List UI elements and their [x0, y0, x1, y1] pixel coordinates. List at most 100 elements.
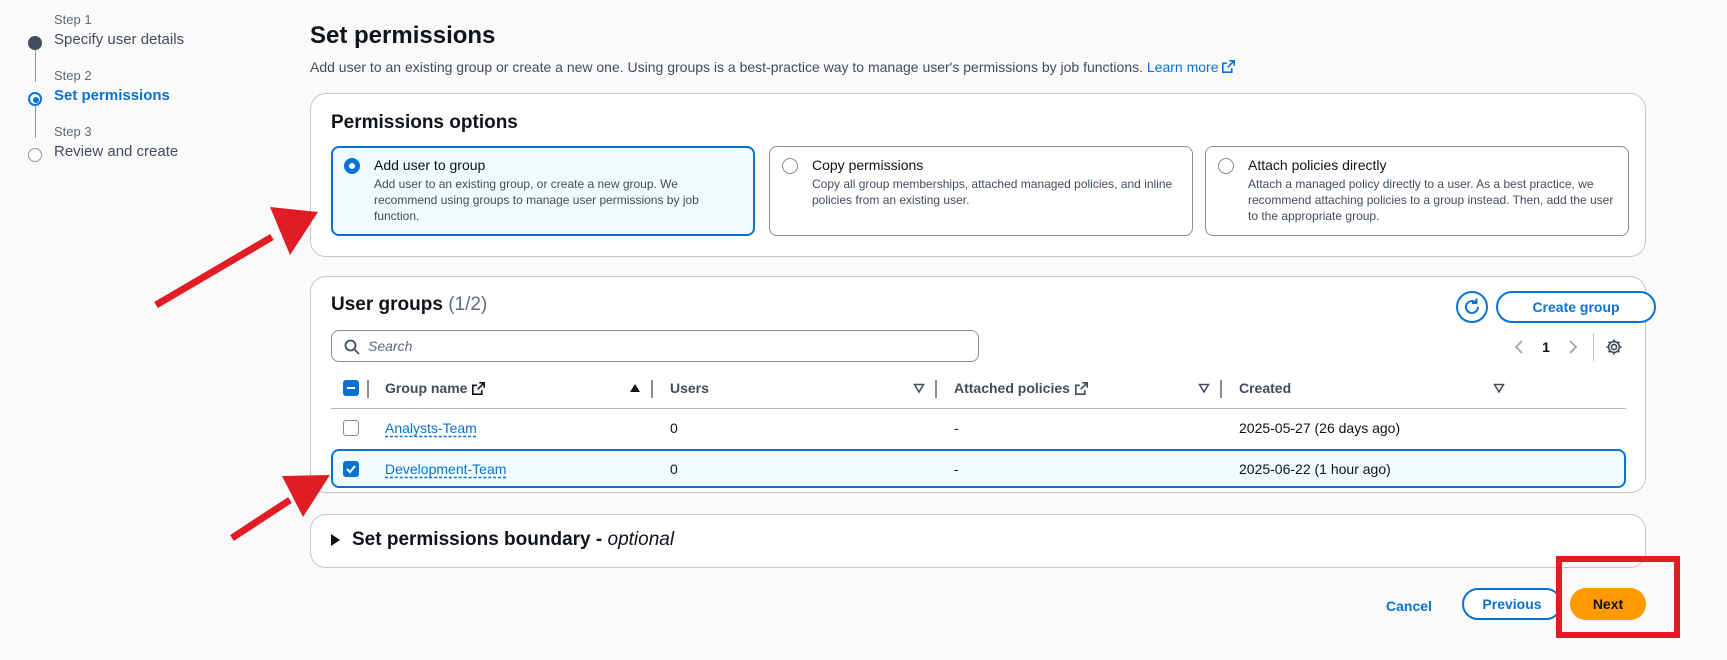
page-title: Set permissions — [310, 22, 496, 49]
table-settings-button[interactable] — [1602, 335, 1626, 359]
boundary-title: Set permissions boundary — [352, 529, 591, 550]
wizard-stepper: Step 1 Specify user details Step 2 Set p… — [28, 12, 288, 180]
select-all-checkbox[interactable] — [343, 367, 359, 409]
step-number: Step 2 — [54, 68, 92, 83]
step-title: Set permissions — [54, 87, 170, 104]
checkbox-indeterminate[interactable] — [343, 380, 359, 396]
row-checkbox-cell — [343, 410, 359, 445]
step-pending-icon — [28, 148, 42, 162]
selection-count: (1/2) — [448, 294, 488, 315]
boundary-expander[interactable]: Set permissions boundary - optional — [331, 529, 674, 551]
sort-icon[interactable] — [1493, 382, 1505, 394]
column-users[interactable]: Users — [670, 367, 709, 409]
refresh-button[interactable] — [1456, 291, 1488, 323]
next-page-button[interactable] — [1561, 335, 1585, 359]
step-3: Step 3 Review and create — [28, 124, 288, 180]
step-title: Specify user details — [54, 31, 185, 48]
checkmark-icon — [346, 464, 356, 473]
users-cell: 0 — [670, 460, 678, 477]
table-header: Group name Users Attached policies Creat… — [331, 367, 1626, 409]
optional-label: optional — [607, 529, 675, 550]
option-title: Attach policies directly — [1248, 157, 1387, 173]
learn-more-label: Learn more — [1146, 59, 1219, 75]
column-divider — [367, 380, 369, 398]
user-groups-panel: User groups (1/2) Create group 1 Group n… — [310, 276, 1656, 493]
learn-more-link[interactable]: Learn more — [1147, 59, 1236, 75]
chevron-left-icon — [1514, 340, 1523, 354]
column-attached-policies[interactable]: Attached policies — [954, 367, 1088, 409]
table-row[interactable]: Analysts-Team 0 - 2025-05-27 (26 days ag… — [331, 410, 1626, 449]
external-link-icon — [1074, 381, 1088, 395]
step-current-icon — [28, 92, 42, 106]
policies-cell: - — [954, 460, 959, 477]
step-number: Step 3 — [54, 124, 92, 139]
cancel-button[interactable]: Cancel — [1376, 592, 1442, 620]
step-title: Review and create — [54, 143, 179, 160]
row-checkbox[interactable] — [343, 419, 359, 436]
annotation-highlight-box — [1556, 556, 1680, 638]
option-description: Copy all group memberships, attached man… — [812, 177, 1173, 207]
annotation-arrow-options — [154, 207, 318, 309]
column-label: Users — [670, 380, 709, 396]
panel-title: Permissions options — [331, 112, 518, 133]
create-group-button[interactable]: Create group — [1496, 291, 1656, 323]
previous-page-button[interactable] — [1507, 335, 1531, 359]
option-add-user-to-group[interactable]: Add user to group Add user to an existin… — [331, 146, 755, 236]
table-row-selected[interactable]: Development-Team 0 - 2025-06-22 (1 hour … — [331, 449, 1626, 488]
option-copy-permissions[interactable]: Copy permissions Copy all group membersh… — [769, 146, 1193, 236]
row-checkbox-cell — [343, 451, 359, 486]
search-input[interactable] — [368, 336, 968, 356]
step-2: Step 2 Set permissions — [28, 68, 288, 124]
minus-icon — [347, 387, 355, 389]
chevron-right-icon — [1569, 340, 1578, 354]
radio-selected[interactable] — [344, 158, 360, 174]
column-divider — [651, 380, 653, 398]
step-number: Step 1 — [54, 12, 92, 27]
groups-title-text: User groups — [331, 294, 443, 315]
permissions-options-panel: Permissions options Add user to group Ad… — [310, 93, 1646, 257]
previous-button[interactable]: Previous — [1462, 588, 1562, 620]
option-description: Add user to an existing group, or create… — [374, 177, 699, 223]
boundary-dash: - — [590, 529, 608, 550]
radio-unselected[interactable] — [1218, 158, 1234, 174]
group-link[interactable]: Analysts-Team — [385, 420, 477, 436]
sort-icon[interactable] — [1198, 382, 1210, 394]
users-cell: 0 — [670, 419, 678, 436]
column-created[interactable]: Created — [1239, 367, 1291, 409]
search-icon — [344, 339, 360, 355]
page-description: Add user to an existing group or create … — [310, 59, 1236, 75]
column-divider — [935, 380, 937, 398]
column-label: Created — [1239, 380, 1292, 396]
permissions-boundary-panel[interactable]: Set permissions boundary - optional — [310, 514, 1646, 568]
pager-divider — [1593, 333, 1594, 361]
caret-right-icon — [331, 534, 340, 546]
column-label: Attached policies — [954, 380, 1070, 396]
option-title: Copy permissions — [812, 157, 924, 173]
step-1[interactable]: Step 1 Specify user details — [28, 12, 288, 68]
page-number[interactable]: 1 — [1531, 339, 1561, 355]
option-title: Add user to group — [374, 157, 486, 173]
sort-icon[interactable] — [913, 382, 925, 394]
group-name-cell: Analysts-Team — [385, 410, 477, 445]
column-divider — [1220, 380, 1222, 398]
created-cell: 2025-05-27 (26 days ago) — [1239, 419, 1401, 436]
created-cell: 2025-06-22 (1 hour ago) — [1239, 460, 1391, 477]
group-name-cell: Development-Team — [385, 451, 506, 486]
option-attach-policies[interactable]: Attach policies directly Attach a manage… — [1205, 146, 1629, 236]
pagination: 1 — [1507, 333, 1626, 361]
sort-ascending-icon[interactable] — [629, 382, 641, 394]
external-link-icon — [472, 381, 486, 395]
description-text: Add user to an existing group or create … — [310, 59, 1143, 75]
option-description: Attach a managed policy directly to a us… — [1248, 177, 1614, 223]
column-label: Group name — [385, 380, 468, 396]
group-link[interactable]: Development-Team — [385, 461, 506, 477]
gear-icon — [1606, 339, 1622, 355]
step-complete-icon — [28, 36, 42, 50]
radio-unselected[interactable] — [782, 158, 798, 174]
column-group-name[interactable]: Group name — [385, 367, 486, 409]
policies-cell: - — [954, 419, 959, 436]
search-box — [331, 330, 979, 362]
panel-title: User groups (1/2) — [331, 294, 487, 316]
refresh-icon — [1465, 298, 1479, 314]
row-checkbox[interactable] — [343, 460, 359, 477]
